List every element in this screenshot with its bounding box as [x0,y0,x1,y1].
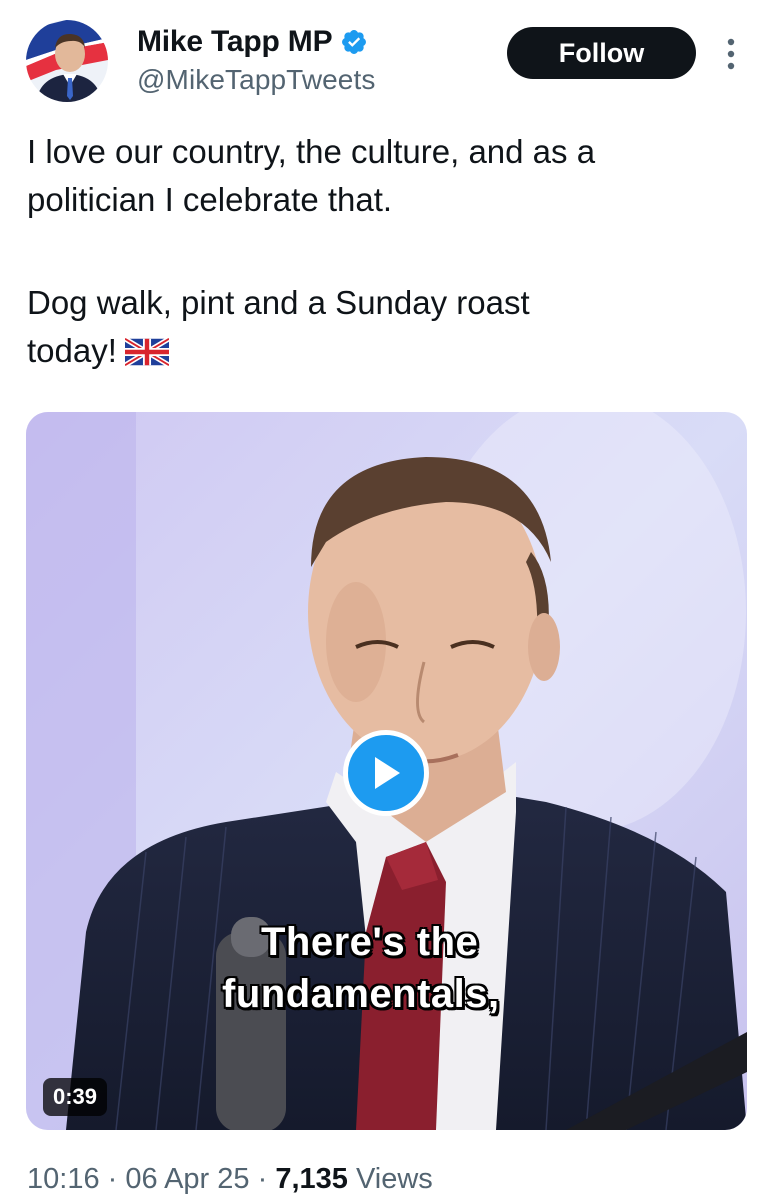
avatar-image [26,20,108,102]
tweet-date[interactable]: 06 Apr 25 [125,1163,249,1195]
play-icon [375,757,400,789]
author-display-name[interactable]: Mike Tapp MP [137,25,333,59]
author-name-row: Mike Tapp MP [137,22,375,62]
tweet-header: Mike Tapp MP @MikeTappTweets Follow [0,0,773,120]
follow-button[interactable]: Follow [507,27,696,79]
views-count: 7,135 [275,1163,348,1195]
tweet-text-line: I love our country, the culture, and as … [27,133,596,170]
tweet-text-line: politician I celebrate that. [27,181,393,218]
avatar[interactable] [26,20,108,102]
uk-flag-emoji-icon [123,331,171,368]
caption-line: fundamentals, [222,972,500,1016]
separator-dot: · [107,1163,118,1195]
separator-dot: · [257,1163,268,1195]
caption-line: There's the [261,920,479,964]
views-label: Views [355,1163,433,1195]
tweet-text-fragment: today! [27,332,117,369]
tweet-text-line: today! [27,327,747,375]
verified-badge-icon[interactable] [340,28,368,56]
video-player[interactable]: There's the fundamentals, 0:39 [26,412,747,1130]
tweet-text-line: Dog walk, pint and a Sunday roast [27,284,530,321]
author-handle[interactable]: @MikeTappTweets [137,64,375,96]
play-button[interactable] [343,730,429,816]
author-info: Mike Tapp MP @MikeTappTweets [137,22,375,96]
tweet-text: I love our country, the culture, and as … [27,128,747,375]
more-vertical-icon[interactable] [719,36,743,72]
tweet-metadata: 10:16 · 06 Apr 25 · 7,135 Views [27,1163,433,1196]
video-duration-badge: 0:39 [43,1078,108,1116]
tweet-time[interactable]: 10:16 [27,1163,100,1195]
